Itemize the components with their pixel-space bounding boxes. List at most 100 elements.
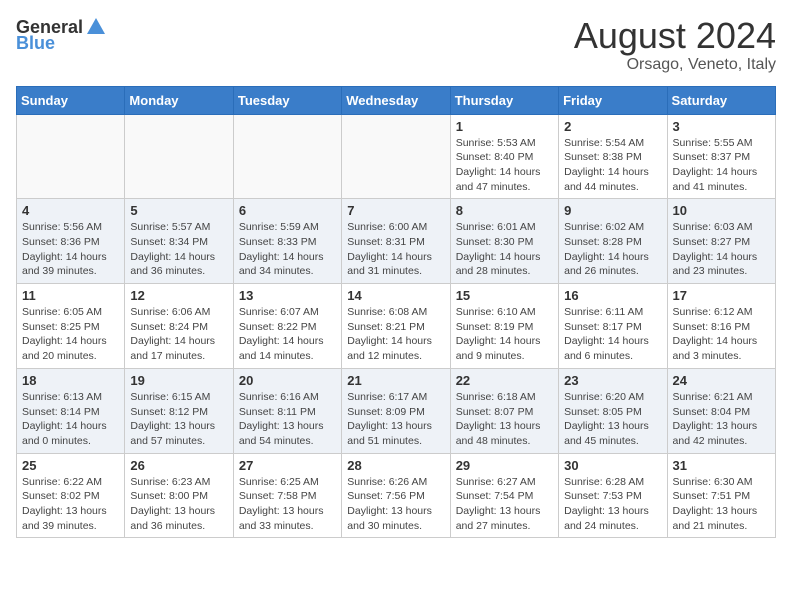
calendar-day-cell: 21 Sunrise: 6:17 AM Sunset: 8:09 PM Dayli…	[342, 368, 450, 453]
day-info: Sunrise: 6:11 AM Sunset: 8:17 PM Dayligh…	[564, 305, 661, 364]
calendar-week-row: 18Sunrise: 6:13 AM Sunset: 8:14 PM Dayli…	[17, 368, 776, 453]
calendar-week-row: 25Sunrise: 6:22 AM Sunset: 8:02 PM Dayli…	[17, 453, 776, 538]
day-info: Sunrise: 6:26 AM Sunset: 7:56 PM Dayligh…	[347, 475, 444, 534]
calendar-week-row: 4 Sunrise: 5:56 AM Sunset: 8:36 PM Daylig…	[17, 199, 776, 284]
day-info: Sunrise: 6:01 AM Sunset: 8:30 PM Dayligh…	[456, 220, 553, 279]
calendar-day-cell: 20 Sunrise: 6:16 AM Sunset: 8:11 PM Dayli…	[233, 368, 341, 453]
calendar-day-cell: 10 Sunrise: 6:03 AM Sunset: 8:27 PM Dayli…	[667, 199, 775, 284]
calendar-day-cell: 13 Sunrise: 6:07 AM Sunset: 8:22 PM Dayli…	[233, 284, 341, 369]
day-number: 22	[456, 373, 553, 388]
day-number: 12	[130, 288, 227, 303]
day-info: Sunrise: 6:21 AM Sunset: 8:04 PM Dayligh…	[673, 390, 770, 449]
calendar-day-cell: 16 Sunrise: 6:11 AM Sunset: 8:17 PM Dayli…	[559, 284, 667, 369]
day-number: 9	[564, 203, 661, 218]
day-number: 4	[22, 203, 119, 218]
day-info: Sunrise: 6:03 AM Sunset: 8:27 PM Dayligh…	[673, 220, 770, 279]
weekday-header-saturday: Saturday	[667, 86, 775, 114]
day-info: Sunrise: 6:23 AM Sunset: 8:00 PM Dayligh…	[130, 475, 227, 534]
weekday-header-monday: Monday	[125, 86, 233, 114]
day-info: Sunrise: 6:30 AM Sunset: 7:51 PM Dayligh…	[673, 475, 770, 534]
day-number: 31	[673, 458, 770, 473]
day-info: Sunrise: 5:54 AM Sunset: 8:38 PM Dayligh…	[564, 136, 661, 195]
day-info: Sunrise: 6:08 AM Sunset: 8:21 PM Dayligh…	[347, 305, 444, 364]
calendar-day-cell: 2 Sunrise: 5:54 AM Sunset: 8:38 PM Daylig…	[559, 114, 667, 199]
day-number: 26	[130, 458, 227, 473]
calendar-day-cell: 5 Sunrise: 5:57 AM Sunset: 8:34 PM Daylig…	[125, 199, 233, 284]
day-number: 28	[347, 458, 444, 473]
calendar-day-cell: 18Sunrise: 6:13 AM Sunset: 8:14 PM Dayli…	[17, 368, 125, 453]
calendar-table: SundayMondayTuesdayWednesdayThursdayFrid…	[16, 86, 776, 539]
day-number: 6	[239, 203, 336, 218]
calendar-week-row: 11 Sunrise: 6:05 AM Sunset: 8:25 PM Dayli…	[17, 284, 776, 369]
calendar-day-cell: 19 Sunrise: 6:15 AM Sunset: 8:12 PM Dayli…	[125, 368, 233, 453]
day-number: 27	[239, 458, 336, 473]
day-info: Sunrise: 6:15 AM Sunset: 8:12 PM Dayligh…	[130, 390, 227, 449]
weekday-header-friday: Friday	[559, 86, 667, 114]
day-number: 3	[673, 119, 770, 134]
title-area: August 2024 Orsago, Veneto, Italy	[574, 16, 776, 74]
day-info: Sunrise: 6:28 AM Sunset: 7:53 PM Dayligh…	[564, 475, 661, 534]
day-number: 17	[673, 288, 770, 303]
day-info: Sunrise: 6:17 AM Sunset: 8:09 PM Dayligh…	[347, 390, 444, 449]
calendar-day-cell	[17, 114, 125, 199]
calendar-day-cell: 9 Sunrise: 6:02 AM Sunset: 8:28 PM Daylig…	[559, 199, 667, 284]
day-number: 11	[22, 288, 119, 303]
calendar-day-cell: 7Sunrise: 6:00 AM Sunset: 8:31 PM Daylig…	[342, 199, 450, 284]
calendar-day-cell: 26 Sunrise: 6:23 AM Sunset: 8:00 PM Dayli…	[125, 453, 233, 538]
day-number: 1	[456, 119, 553, 134]
weekday-header-thursday: Thursday	[450, 86, 558, 114]
weekday-header-wednesday: Wednesday	[342, 86, 450, 114]
calendar-day-cell: 27 Sunrise: 6:25 AM Sunset: 7:58 PM Dayli…	[233, 453, 341, 538]
month-title: August 2024	[574, 16, 776, 56]
day-info: Sunrise: 6:13 AM Sunset: 8:14 PM Dayligh…	[22, 390, 119, 449]
day-number: 13	[239, 288, 336, 303]
day-info: Sunrise: 6:25 AM Sunset: 7:58 PM Dayligh…	[239, 475, 336, 534]
calendar-day-cell	[233, 114, 341, 199]
day-number: 2	[564, 119, 661, 134]
calendar-week-row: 1 Sunrise: 5:53 AM Sunset: 8:40 PM Daylig…	[17, 114, 776, 199]
day-info: Sunrise: 5:57 AM Sunset: 8:34 PM Dayligh…	[130, 220, 227, 279]
day-info: Sunrise: 5:56 AM Sunset: 8:36 PM Dayligh…	[22, 220, 119, 279]
calendar-day-cell: 23Sunrise: 6:20 AM Sunset: 8:05 PM Dayli…	[559, 368, 667, 453]
calendar-day-cell	[125, 114, 233, 199]
day-info: Sunrise: 6:02 AM Sunset: 8:28 PM Dayligh…	[564, 220, 661, 279]
calendar-day-cell: 12 Sunrise: 6:06 AM Sunset: 8:24 PM Dayli…	[125, 284, 233, 369]
day-number: 5	[130, 203, 227, 218]
calendar-day-cell: 17Sunrise: 6:12 AM Sunset: 8:16 PM Dayli…	[667, 284, 775, 369]
calendar-day-cell: 31 Sunrise: 6:30 AM Sunset: 7:51 PM Dayli…	[667, 453, 775, 538]
day-info: Sunrise: 6:05 AM Sunset: 8:25 PM Dayligh…	[22, 305, 119, 364]
day-info: Sunrise: 5:53 AM Sunset: 8:40 PM Dayligh…	[456, 136, 553, 195]
logo-icon	[85, 16, 107, 38]
logo: General Blue	[16, 16, 107, 52]
calendar-day-cell: 24 Sunrise: 6:21 AM Sunset: 8:04 PM Dayli…	[667, 368, 775, 453]
weekday-header-sunday: Sunday	[17, 86, 125, 114]
day-number: 21	[347, 373, 444, 388]
day-number: 24	[673, 373, 770, 388]
day-info: Sunrise: 6:18 AM Sunset: 8:07 PM Dayligh…	[456, 390, 553, 449]
day-number: 20	[239, 373, 336, 388]
calendar-day-cell: 14Sunrise: 6:08 AM Sunset: 8:21 PM Dayli…	[342, 284, 450, 369]
day-number: 8	[456, 203, 553, 218]
day-number: 15	[456, 288, 553, 303]
calendar-day-cell: 4 Sunrise: 5:56 AM Sunset: 8:36 PM Daylig…	[17, 199, 125, 284]
calendar-day-cell: 29Sunrise: 6:27 AM Sunset: 7:54 PM Dayli…	[450, 453, 558, 538]
day-number: 29	[456, 458, 553, 473]
day-number: 19	[130, 373, 227, 388]
day-number: 10	[673, 203, 770, 218]
calendar-day-cell: 25Sunrise: 6:22 AM Sunset: 8:02 PM Dayli…	[17, 453, 125, 538]
day-number: 16	[564, 288, 661, 303]
weekday-header-tuesday: Tuesday	[233, 86, 341, 114]
day-number: 25	[22, 458, 119, 473]
calendar-day-cell: 8 Sunrise: 6:01 AM Sunset: 8:30 PM Daylig…	[450, 199, 558, 284]
page-header: General Blue August 2024 Orsago, Veneto,…	[16, 16, 776, 74]
calendar-day-cell: 28 Sunrise: 6:26 AM Sunset: 7:56 PM Dayli…	[342, 453, 450, 538]
calendar-day-cell: 1 Sunrise: 5:53 AM Sunset: 8:40 PM Daylig…	[450, 114, 558, 199]
calendar-day-cell: 6Sunrise: 5:59 AM Sunset: 8:33 PM Daylig…	[233, 199, 341, 284]
day-info: Sunrise: 6:06 AM Sunset: 8:24 PM Dayligh…	[130, 305, 227, 364]
day-info: Sunrise: 6:10 AM Sunset: 8:19 PM Dayligh…	[456, 305, 553, 364]
day-info: Sunrise: 6:16 AM Sunset: 8:11 PM Dayligh…	[239, 390, 336, 449]
day-info: Sunrise: 6:07 AM Sunset: 8:22 PM Dayligh…	[239, 305, 336, 364]
calendar-day-cell: 30Sunrise: 6:28 AM Sunset: 7:53 PM Dayli…	[559, 453, 667, 538]
day-number: 7	[347, 203, 444, 218]
day-number: 23	[564, 373, 661, 388]
